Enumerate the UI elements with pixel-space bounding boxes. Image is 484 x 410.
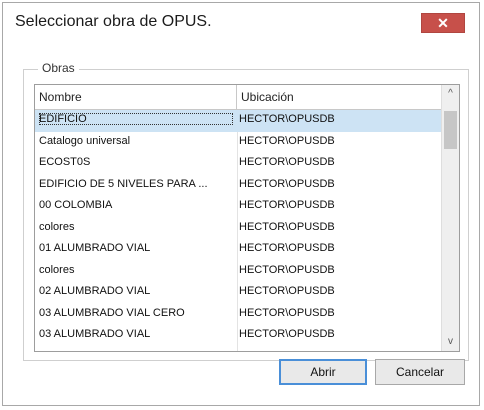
cell-name: ECOST0S [39,156,91,168]
cell-name: colores [39,220,75,233]
cell-location: HECTOR\OPUSDB [239,156,335,168]
cell-name: EDIFICIO DE 5 NIVELES PARA ... [39,177,208,190]
cell-location: HECTOR\OPUSDB [239,113,335,125]
table-row[interactable]: colores HECTOR\OPUSDB [35,261,441,283]
cell-name: 01 ALUMBRADO VIAL [39,242,151,254]
cell-name: EDIFICIO [39,113,233,125]
table-row[interactable]: 03 ALUMBRADO VIAL HECTOR\OPUSDB [35,325,441,347]
scroll-thumb[interactable] [444,111,457,149]
cell-name: 03 ALUMBRADO VIAL [39,328,151,340]
table-row[interactable]: EDIFICIO HECTOR\OPUSDB [35,110,441,132]
list-header: Nombre Ubicación [35,85,441,110]
column-header-name[interactable]: Nombre [35,85,237,109]
group-label: Obras [38,61,79,75]
table-row[interactable]: ECOST0S HECTOR\OPUSDB [35,153,441,175]
column-header-location[interactable]: Ubicación [237,85,443,109]
cancel-button[interactable]: Cancelar [375,359,465,385]
vertical-scrollbar[interactable]: ^ v [441,85,459,351]
cell-name: colores [39,263,75,276]
close-button[interactable]: ✕ [421,13,465,33]
projects-list[interactable]: Nombre Ubicación EDIFICIO HECTOR\OPUSDB Ca… [34,84,460,352]
projects-group: Obras Nombre Ubicación EDIFICIO HECTOR\OP… [23,61,469,361]
table-row[interactable]: Catalogo universal HECTOR\OPUSDB [35,132,441,154]
table-row[interactable]: colores HECTOR\OPUSDB [35,218,441,240]
table-row[interactable]: 01 ALUMBRADO VIAL HECTOR\OPUSDB [35,239,441,261]
table-row[interactable]: EDIFICIO DE 5 NIVELES PARA ... HECTOR\OPU… [35,175,441,197]
cell-location: HECTOR\OPUSDB [239,263,335,276]
cell-location: HECTOR\OPUSDB [239,242,335,254]
select-project-dialog: Seleccionar obra de OPUS. ✕ Obras Nombre… [2,2,480,406]
table-row[interactable]: 03 ALUMBRADO VIAL CERO HECTOR\OPUSDB [35,304,441,326]
cell-location: HECTOR\OPUSDB [239,306,335,319]
cell-location: HECTOR\OPUSDB [239,199,335,211]
cell-name: 02 ALUMBRADO VIAL [39,285,151,297]
scroll-up-arrow-icon[interactable]: ^ [442,85,459,103]
title-bar: Seleccionar obra de OPUS. ✕ [3,3,479,43]
cell-location: HECTOR\OPUSDB [239,134,335,147]
table-row[interactable]: 00 COLOMBIA HECTOR\OPUSDB [35,196,441,218]
cell-location: HECTOR\OPUSDB [239,177,335,190]
table-row[interactable]: 02 ALUMBRADO VIAL HECTOR\OPUSDB [35,282,441,304]
cell-location: HECTOR\OPUSDB [239,328,335,340]
dialog-title: Seleccionar obra de OPUS. [15,13,212,30]
cell-location: HECTOR\OPUSDB [239,220,335,233]
open-button[interactable]: Abrir [279,359,367,385]
cell-location: HECTOR\OPUSDB [239,285,335,297]
scroll-down-arrow-icon[interactable]: v [442,333,459,351]
cell-name: Catalogo universal [39,134,131,147]
list-rows: EDIFICIO HECTOR\OPUSDB Catalogo universal H… [35,110,441,351]
cell-name: 03 ALUMBRADO VIAL CERO [39,306,185,319]
close-icon: ✕ [437,15,449,31]
cell-name: 00 COLOMBIA [39,199,113,211]
